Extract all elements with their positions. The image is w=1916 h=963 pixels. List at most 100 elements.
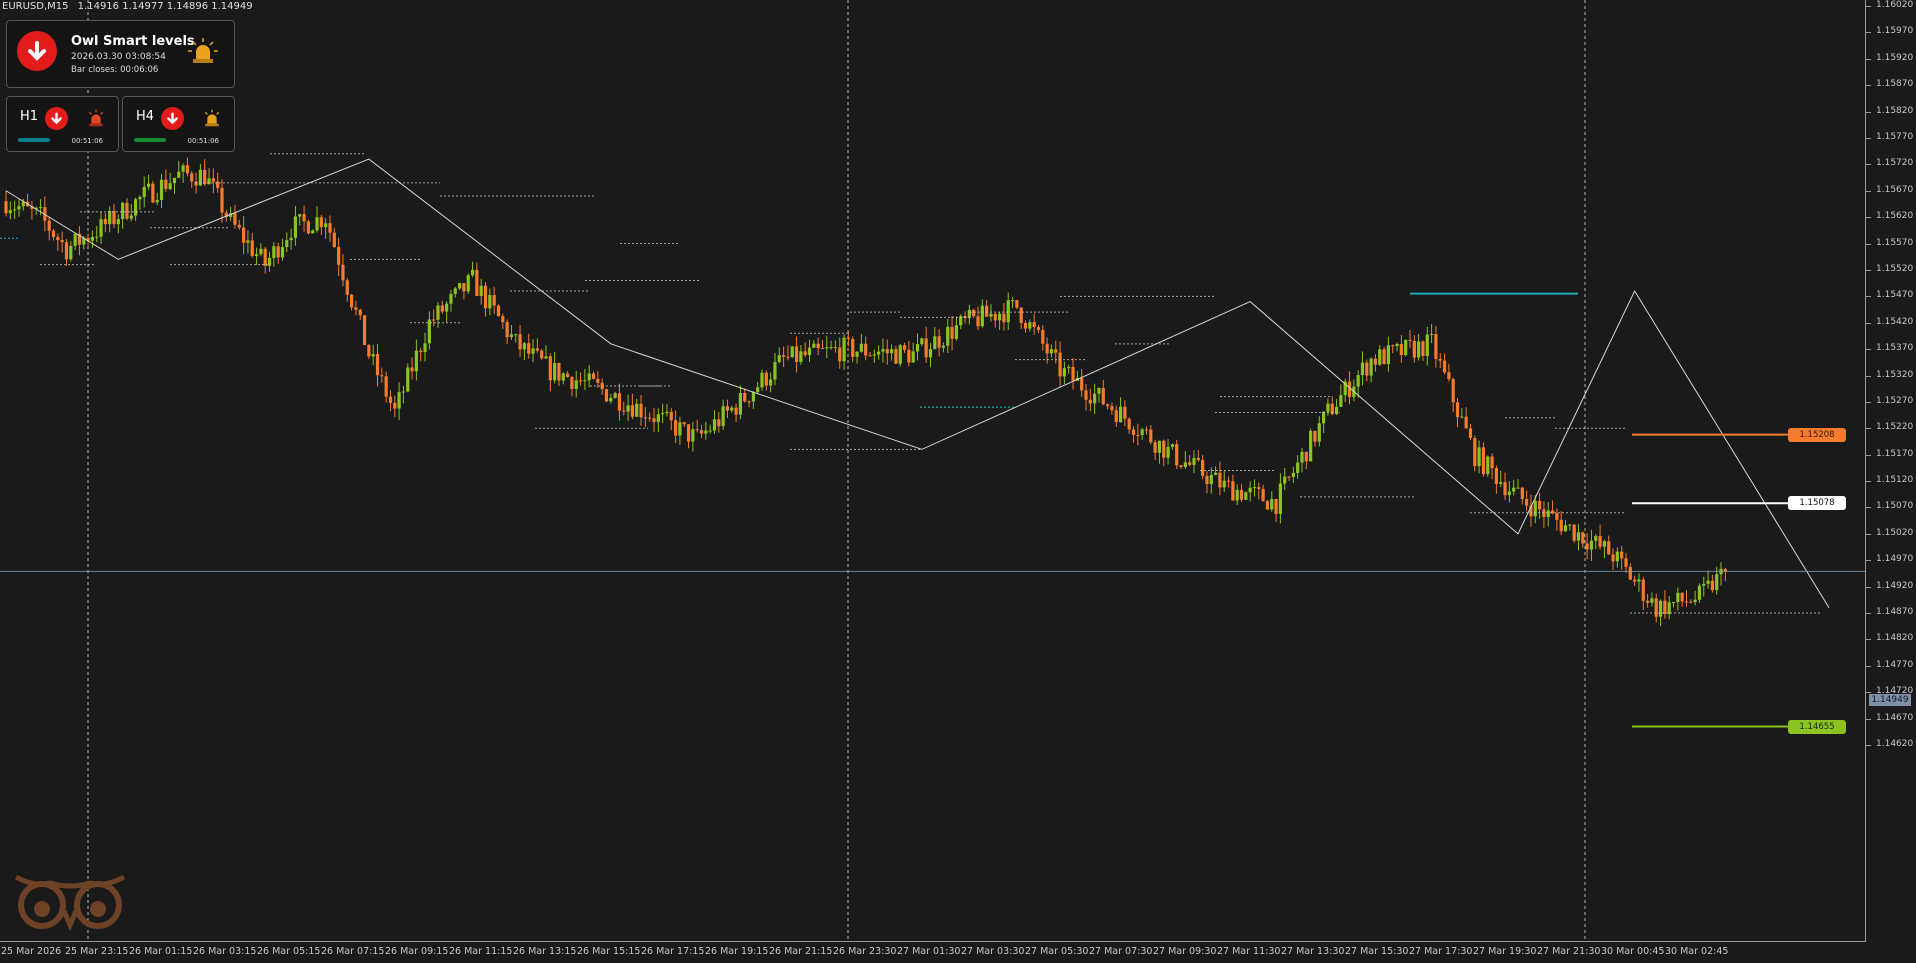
candle-body [177, 171, 181, 178]
price-axis-tick [1866, 296, 1871, 298]
candle-body [1589, 540, 1594, 550]
candle-body [1296, 462, 1300, 473]
candle-body [1412, 340, 1416, 358]
owl-smart-levels-panel[interactable]: Owl Smart levels 2026.03.30 03:08:54 Bar… [6, 20, 235, 88]
candle-body [540, 350, 544, 359]
price-axis-label: 1.15720 [1876, 158, 1914, 169]
price-axis-label: 1.15770 [1876, 131, 1914, 142]
timeframe-panel-h1[interactable]: H1 00:51:06 [6, 96, 119, 152]
candle-body [998, 313, 1002, 321]
candle-body [362, 315, 367, 346]
price-axis-label: 1.14620 [1876, 739, 1914, 749]
candle-body [725, 406, 730, 411]
price-axis-label: 1.15170 [1876, 448, 1914, 459]
candle-body [462, 283, 466, 292]
candle-body [652, 418, 656, 423]
candle-body [1205, 475, 1209, 485]
candle-body [967, 309, 971, 319]
candle-body [721, 406, 725, 427]
candle-body [237, 224, 241, 228]
candle-body [1136, 434, 1140, 436]
candle-body [820, 348, 825, 350]
timeframe-time: 00:51:06 [187, 137, 219, 145]
candle-body [293, 216, 298, 238]
candle-body [578, 380, 583, 382]
alarm-bell-icon[interactable] [187, 37, 219, 71]
candle-body [1313, 430, 1317, 442]
candlestick-chart[interactable] [0, 0, 1866, 942]
price-axis-tick [1866, 164, 1871, 166]
candle-body [138, 196, 142, 200]
chart-area[interactable] [0, 0, 1866, 942]
candle-body [665, 411, 669, 414]
price-axis-tick [1866, 560, 1871, 562]
price-axis-label: 1.15270 [1876, 395, 1914, 406]
panel-datetime: 2026.03.30 03:08:54 [71, 52, 166, 62]
candle-body [479, 285, 483, 296]
down-arrow-icon [45, 107, 68, 130]
candle-body [639, 403, 643, 418]
price-axis-label: 1.14770 [1876, 659, 1914, 670]
candle-body [583, 380, 587, 382]
candle-body [911, 351, 915, 363]
timeframe-label: H4 [136, 109, 155, 124]
candle-body [306, 221, 310, 234]
candle-body [1071, 367, 1075, 381]
candle-body [518, 334, 522, 350]
candle-body [384, 376, 388, 397]
time-axis-label: 26 Mar 19:15 [705, 946, 769, 957]
candle-body [388, 396, 393, 403]
candle-body [872, 354, 876, 356]
candle-body [1028, 322, 1032, 329]
time-axis-label: 26 Mar 01:15 [129, 946, 193, 957]
candle-body [1417, 341, 1421, 358]
candle-body [449, 293, 453, 304]
candle-body [1546, 510, 1550, 517]
candle-body [989, 313, 993, 317]
price-axis-label: 1.15370 [1876, 343, 1914, 354]
candle-body [1192, 457, 1196, 465]
candle-body [635, 403, 639, 417]
candle-body [1097, 388, 1101, 394]
candle-body [1222, 480, 1226, 488]
candle-body [272, 246, 276, 258]
candle-body [125, 202, 129, 219]
candle-body [1637, 579, 1641, 582]
alarm-bell-icon[interactable] [201, 109, 223, 133]
candle-body [108, 210, 112, 225]
candle-body [1715, 574, 1719, 591]
candle-body [1594, 536, 1598, 541]
candle-body [142, 186, 146, 197]
candle-body [1391, 345, 1395, 347]
candle-body [380, 375, 384, 377]
candle-body [864, 343, 868, 356]
candle-body [90, 236, 94, 241]
candle-body [419, 350, 423, 353]
timeframe-progress-bar [134, 138, 166, 142]
candle-body [401, 391, 406, 393]
price-axis-label: 1.15020 [1876, 527, 1914, 538]
candle-body [1641, 579, 1645, 601]
down-arrow-icon [17, 31, 57, 71]
price-axis-label: 1.15470 [1876, 290, 1914, 301]
candle-body [99, 219, 103, 237]
candle-body [242, 227, 246, 243]
candle-body [1231, 481, 1235, 501]
price-axis-label: 1.14920 [1876, 580, 1914, 591]
candle-body [1455, 402, 1460, 418]
price-axis-label: 1.15520 [1876, 263, 1914, 274]
symbol-ohlc-bar: EURUSD,M15 1.14916 1.14977 1.14896 1.149… [2, 1, 253, 12]
candle-body [393, 402, 397, 409]
time-axis-label: 26 Mar 23:30 [833, 946, 897, 957]
timeframe-panel-h4[interactable]: H4 00:51:06 [122, 96, 235, 152]
candle-body [470, 269, 475, 276]
candle-body [1226, 480, 1231, 482]
candle-body [263, 248, 267, 266]
candle-body [1278, 483, 1282, 514]
candle-body [47, 220, 51, 231]
price-axis-tick [1866, 349, 1871, 351]
candle-body [1196, 457, 1200, 461]
candle-body [332, 232, 336, 248]
candle-body [1058, 352, 1062, 377]
alarm-bell-icon[interactable] [85, 109, 107, 133]
